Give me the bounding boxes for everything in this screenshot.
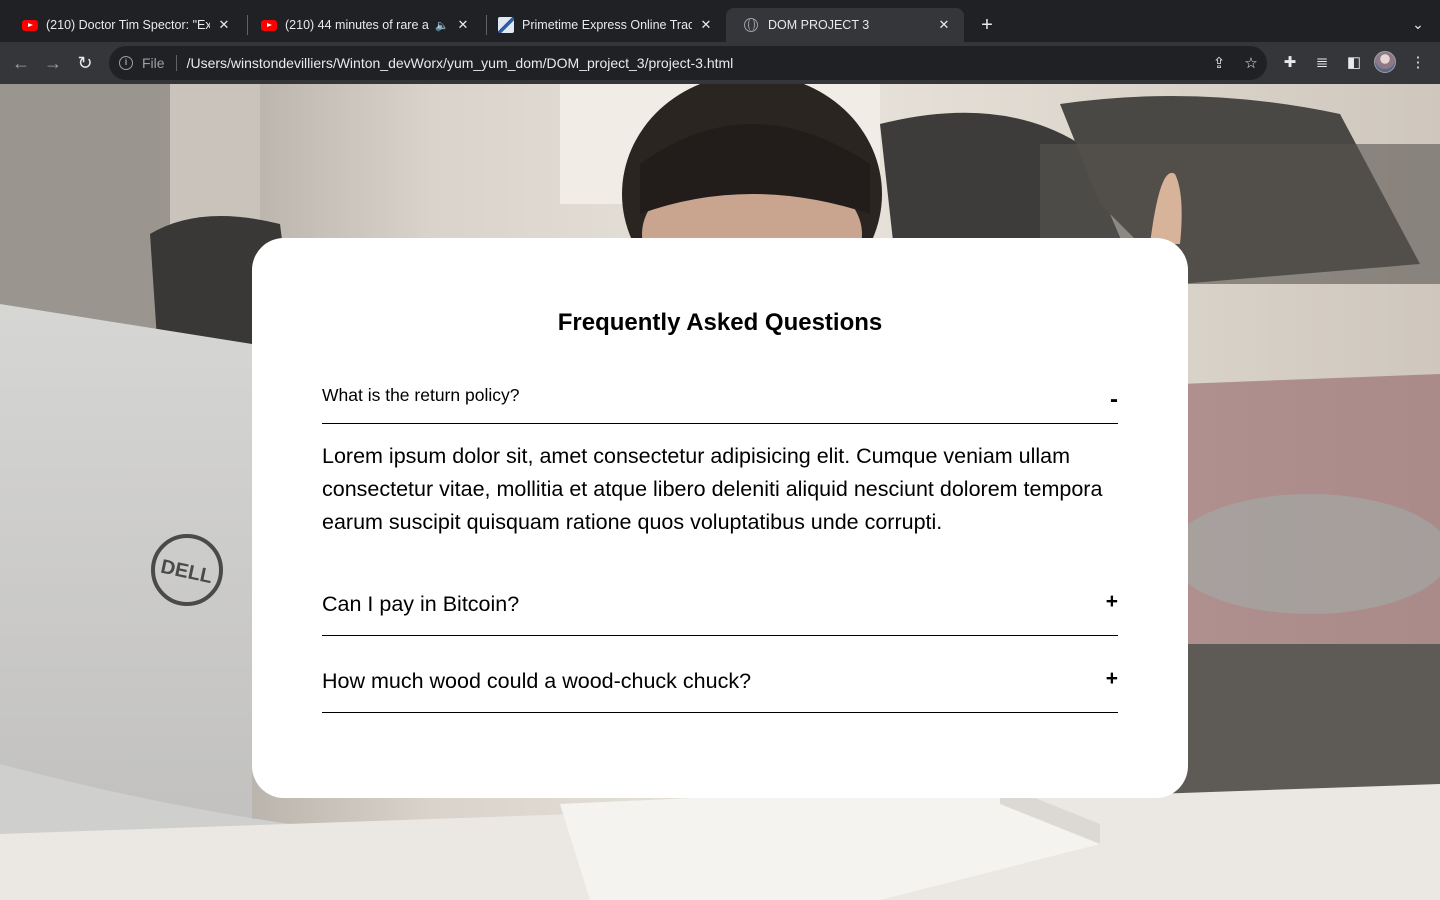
faq-toggle-plus[interactable]: + bbox=[1106, 590, 1118, 614]
tab-search-icon[interactable]: ⌄ bbox=[1406, 12, 1430, 36]
tab-primetime[interactable]: Primetime Express Online Trac ✕ bbox=[480, 8, 726, 42]
close-icon[interactable]: ✕ bbox=[698, 17, 714, 33]
browser-toolbar: ← → ↻ i File /Users/winstondevilliers/Wi… bbox=[0, 42, 1440, 84]
faq-question[interactable]: What is the return policy? bbox=[322, 385, 519, 406]
tab-dom-project-3[interactable]: DOM PROJECT 3 ✕ bbox=[726, 8, 964, 42]
tab-title: (210) Doctor Tim Spector: "Ex bbox=[46, 18, 210, 32]
youtube-icon bbox=[261, 19, 277, 31]
tab-strip: (210) Doctor Tim Spector: "Ex ✕ (210) 44… bbox=[0, 0, 1440, 42]
url-text[interactable]: /Users/winstondevilliers/Winton_devWorx/… bbox=[187, 55, 1203, 71]
new-tab-button[interactable]: + bbox=[974, 12, 1000, 38]
share-icon[interactable]: ⇪ bbox=[1203, 54, 1235, 72]
speaker-icon[interactable]: 🔈 bbox=[435, 19, 449, 32]
media-controls-icon[interactable]: ≣ bbox=[1310, 51, 1334, 75]
tab-title: DOM PROJECT 3 bbox=[768, 18, 870, 32]
reload-icon[interactable]: ↻ bbox=[72, 50, 98, 76]
faq-question[interactable]: Can I pay in Bitcoin? bbox=[322, 592, 519, 617]
globe-icon bbox=[744, 18, 758, 32]
side-panel-icon[interactable]: ◧ bbox=[1342, 51, 1366, 75]
close-icon[interactable]: ✕ bbox=[216, 17, 232, 33]
faq-title: Frequently Asked Questions bbox=[557, 309, 883, 336]
faq-item[interactable]: Can I pay in Bitcoin? + bbox=[322, 576, 1118, 636]
faq-toggle-minus[interactable]: - bbox=[1110, 386, 1118, 414]
page-viewport: DELL Frequently Asked Questions What is … bbox=[0, 84, 1440, 900]
faq-card: Frequently Asked Questions What is the r… bbox=[252, 238, 1188, 798]
tab-title: Primetime Express Online Trac bbox=[522, 18, 692, 32]
file-scheme-label: File bbox=[142, 55, 165, 71]
address-bar[interactable]: i File /Users/winstondevilliers/Winton_d… bbox=[109, 46, 1267, 80]
primetime-icon bbox=[498, 17, 514, 33]
faq-item[interactable]: How much wood could a wood-chuck chuck? … bbox=[322, 653, 1118, 713]
forward-icon[interactable]: → bbox=[40, 50, 66, 76]
omnibox-divider bbox=[175, 55, 177, 71]
close-icon[interactable]: ✕ bbox=[455, 17, 471, 33]
faq-item[interactable]: What is the return policy? - bbox=[322, 364, 1118, 424]
info-icon[interactable]: i bbox=[119, 56, 133, 70]
tab-youtube-2[interactable]: (210) 44 minutes of rare a 🔈 ✕ bbox=[243, 8, 483, 42]
close-icon[interactable]: ✕ bbox=[936, 17, 952, 33]
profile-avatar[interactable] bbox=[1374, 51, 1396, 73]
bookmark-star-icon[interactable]: ☆ bbox=[1235, 54, 1267, 72]
faq-question[interactable]: How much wood could a wood-chuck chuck? bbox=[322, 669, 751, 694]
extensions-icon[interactable]: ✚ bbox=[1278, 51, 1302, 75]
youtube-icon bbox=[22, 19, 38, 31]
faq-toggle-plus[interactable]: + bbox=[1106, 667, 1118, 691]
tab-youtube-1[interactable]: (210) Doctor Tim Spector: "Ex ✕ bbox=[4, 8, 244, 42]
back-icon[interactable]: ← bbox=[8, 50, 34, 76]
faq-answer: Lorem ipsum dolor sit, amet consectetur … bbox=[322, 444, 1103, 534]
tab-title: (210) 44 minutes of rare a bbox=[285, 18, 429, 32]
menu-kebab-icon[interactable]: ⋮ bbox=[1406, 51, 1430, 75]
